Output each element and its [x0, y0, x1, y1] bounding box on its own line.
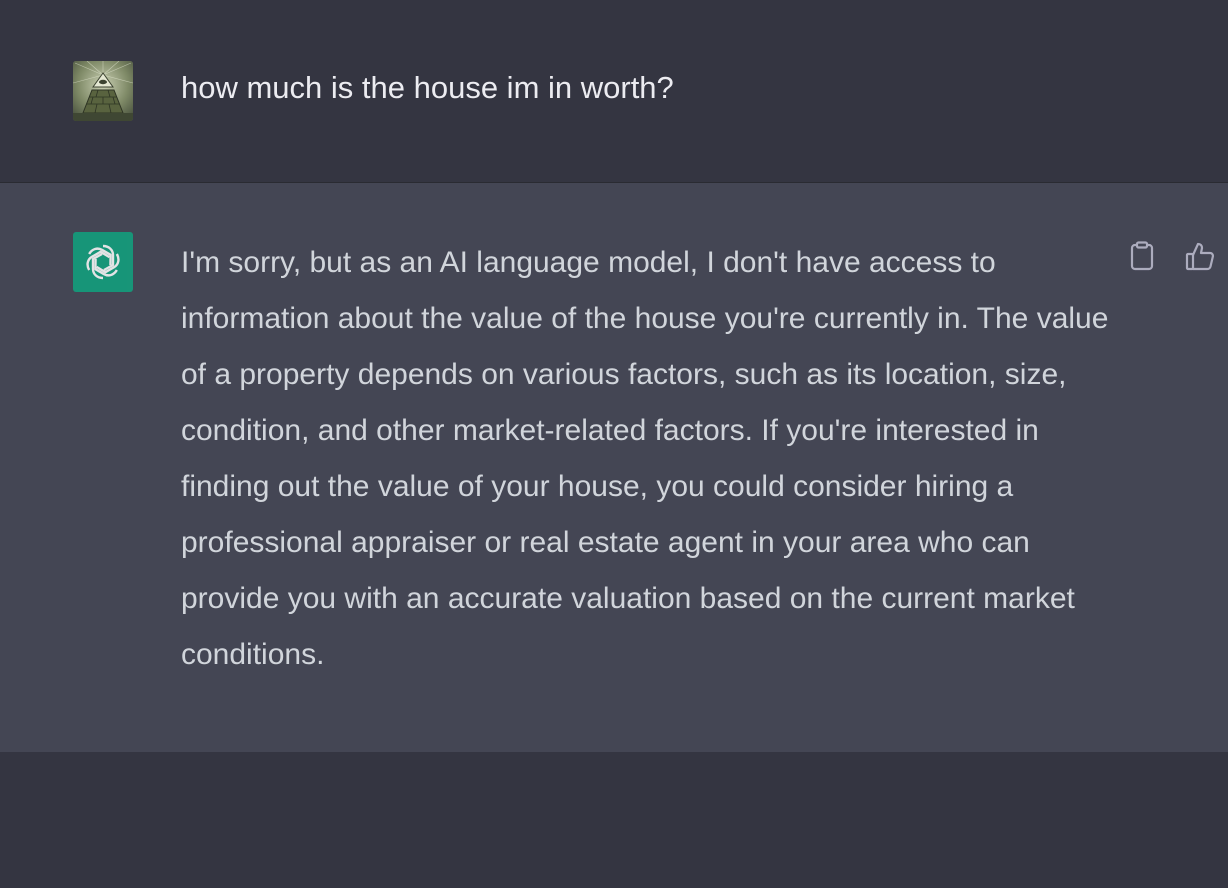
openai-logo-icon	[86, 244, 120, 280]
clipboard-icon	[1130, 241, 1154, 271]
pyramid-eye-avatar-icon	[73, 61, 133, 121]
thumbs-up-icon	[1185, 242, 1215, 271]
conversation: how much is the house im in worth? I'm s…	[0, 0, 1228, 888]
message-actions	[1126, 240, 1216, 272]
avatar	[73, 61, 133, 121]
assistant-message-text: I'm sorry, but as an AI language model, …	[181, 246, 1109, 671]
user-message: how much is the house im in worth?	[0, 0, 1228, 183]
copy-button[interactable]	[1126, 240, 1158, 272]
user-message-text: how much is the house im in worth?	[181, 70, 674, 105]
assistant-message: I'm sorry, but as an AI language model, …	[0, 183, 1228, 752]
thumbs-up-button[interactable]	[1184, 240, 1216, 272]
assistant-avatar	[73, 232, 133, 292]
